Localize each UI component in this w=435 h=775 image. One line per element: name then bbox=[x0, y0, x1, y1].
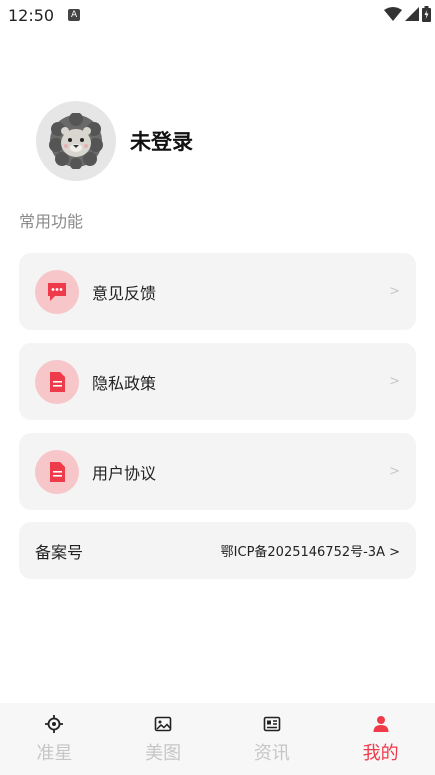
menu-item-label: 用户协议 bbox=[92, 463, 157, 483]
profile-name[interactable]: 未登录 bbox=[130, 126, 193, 156]
crosshair-icon bbox=[45, 715, 64, 733]
menu-item-label: 隐私政策 bbox=[92, 373, 157, 393]
battery-icon bbox=[422, 6, 431, 22]
chevron-right-icon: > bbox=[389, 464, 400, 479]
image-icon bbox=[154, 716, 172, 732]
icon-circle bbox=[35, 359, 79, 404]
avatar[interactable] bbox=[36, 101, 116, 181]
nav-label: 资讯 bbox=[253, 743, 290, 764]
menu-item-feedback[interactable]: 意见反馈 > bbox=[19, 253, 416, 330]
chat-bubble-icon bbox=[48, 282, 66, 301]
icp-label: 备案号 bbox=[35, 542, 84, 562]
tab-crosshair[interactable]: 准星 bbox=[0, 703, 109, 775]
menu-item-user-agreement[interactable]: 用户协议 > bbox=[19, 433, 416, 510]
section-title: 常用功能 bbox=[19, 212, 84, 231]
icon-circle bbox=[35, 449, 79, 494]
tab-images[interactable]: 美图 bbox=[109, 703, 218, 775]
profile-header[interactable]: 未登录 bbox=[36, 101, 193, 181]
icon-circle bbox=[35, 269, 79, 314]
wifi-icon bbox=[384, 7, 402, 21]
bottom-nav: 准星 美图 资讯 我的 bbox=[0, 703, 435, 775]
document-icon bbox=[50, 461, 65, 482]
notification-badge: A bbox=[68, 9, 81, 21]
nav-label: 美图 bbox=[145, 743, 182, 764]
menu-item-privacy-policy[interactable]: 隐私政策 > bbox=[19, 343, 416, 420]
tab-mine[interactable]: 我的 bbox=[326, 703, 435, 775]
chevron-right-icon: > bbox=[389, 284, 400, 299]
nav-label: 准星 bbox=[36, 743, 73, 764]
status-bar: 12:50 A bbox=[0, 0, 435, 30]
icp-record-row[interactable]: 备案号 鄂ICP备2025146752号-3A > bbox=[19, 522, 416, 579]
tab-news[interactable]: 资讯 bbox=[218, 703, 327, 775]
icp-value[interactable]: 鄂ICP备2025146752号-3A > bbox=[221, 541, 400, 560]
person-icon bbox=[373, 716, 389, 732]
nav-label: 我的 bbox=[362, 743, 399, 764]
menu-item-label: 意见反馈 bbox=[92, 283, 157, 303]
chevron-right-icon: > bbox=[389, 374, 400, 389]
status-icons bbox=[384, 6, 431, 22]
document-icon bbox=[50, 371, 65, 392]
signal-icon bbox=[405, 7, 419, 21]
news-icon bbox=[263, 716, 281, 732]
status-time: 12:50 bbox=[8, 5, 55, 25]
lion-avatar-icon bbox=[49, 113, 103, 169]
